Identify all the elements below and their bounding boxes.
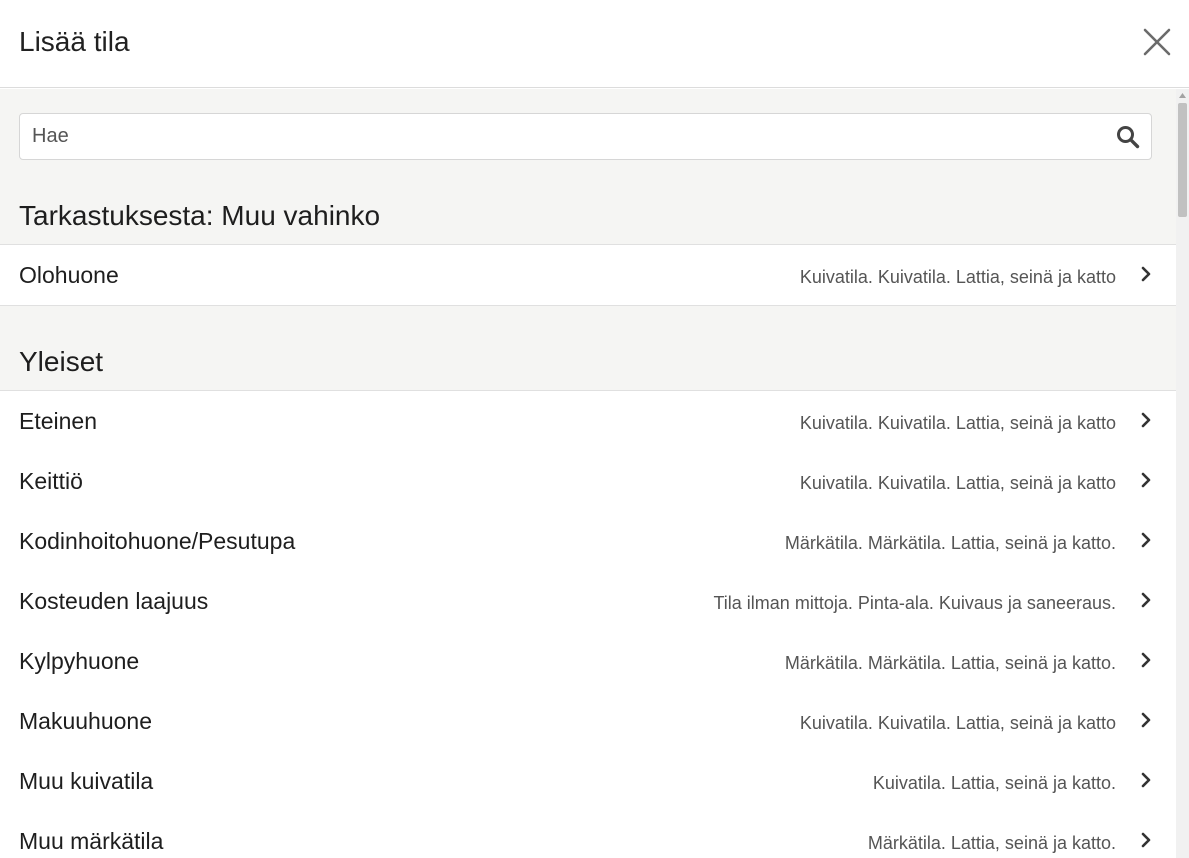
close-button[interactable]: [1140, 25, 1174, 59]
item-name: Eteinen: [19, 408, 98, 434]
search-input[interactable]: [20, 114, 1100, 159]
item-name: Kylpyhuone: [19, 648, 140, 674]
item-description: Tila ilman mittoja. Pinta-ala. Kuivaus j…: [713, 593, 1116, 613]
item-description: Kuivatila. Kuivatila. Lattia, seinä ja k…: [799, 713, 1116, 733]
list-item[interactable]: Muu kuivatila Kuivatila. Lattia, seinä j…: [0, 751, 1176, 811]
item-description: Kuivatila. Kuivatila. Lattia, seinä ja k…: [799, 473, 1116, 493]
dialog-title: Lisää tila: [19, 26, 130, 57]
chevron-right-icon: [1139, 651, 1153, 669]
item-name: Olohuone: [19, 262, 119, 288]
close-icon: [1143, 28, 1171, 56]
item-description: Kuivatila. Kuivatila. Lattia, seinä ja k…: [799, 413, 1116, 433]
chevron-right-icon: [1139, 831, 1153, 849]
section-title-general: Yleiset: [19, 346, 104, 377]
chevron-right-icon: [1139, 771, 1153, 789]
list-item[interactable]: Muu märkätila Märkätila. Lattia, seinä j…: [0, 811, 1176, 858]
item-description: Märkätila. Märkätila. Lattia, seinä ja k…: [784, 533, 1116, 553]
search-box: [19, 113, 1152, 160]
item-name: Muu kuivatila: [19, 768, 154, 794]
dialog-body: Tarkastuksesta: Muu vahinko Olohuone Kui…: [0, 89, 1176, 858]
list-item[interactable]: Makuuhuone Kuivatila. Kuivatila. Lattia,…: [0, 691, 1176, 751]
item-name: Muu märkätila: [19, 828, 164, 854]
scroll-up-arrow-icon[interactable]: [1176, 89, 1189, 103]
item-description: Märkätila. Lattia, seinä ja katto.: [867, 833, 1116, 853]
item-name: Kosteuden laajuus: [19, 588, 209, 614]
list-item[interactable]: Olohuone Kuivatila. Kuivatila. Lattia, s…: [0, 245, 1176, 305]
chevron-right-icon: [1139, 711, 1153, 729]
item-name: Makuuhuone: [19, 708, 152, 734]
item-name: Keittiö: [19, 468, 83, 494]
section-title-inspection: Tarkastuksesta: Muu vahinko: [19, 200, 381, 231]
list-item[interactable]: Kodinhoitohuone/Pesutupa Märkätila. Märk…: [0, 511, 1176, 571]
chevron-right-icon: [1139, 411, 1153, 429]
dialog-header: Lisää tila: [0, 0, 1189, 88]
list-inspection: Olohuone Kuivatila. Kuivatila. Lattia, s…: [0, 244, 1176, 306]
list-item[interactable]: Kylpyhuone Märkätila. Märkätila. Lattia,…: [0, 631, 1176, 691]
scrollbar-thumb[interactable]: [1178, 103, 1187, 217]
list-item[interactable]: Eteinen Kuivatila. Kuivatila. Lattia, se…: [0, 391, 1176, 451]
item-name: Kodinhoitohuone/Pesutupa: [19, 528, 296, 554]
chevron-right-icon: [1139, 265, 1153, 283]
add-room-dialog: Lisää tila Tarkastuksesta: Muu vahinko O…: [0, 0, 1189, 858]
list-item[interactable]: Keittiö Kuivatila. Kuivatila. Lattia, se…: [0, 451, 1176, 511]
chevron-right-icon: [1139, 591, 1153, 609]
chevron-right-icon: [1139, 471, 1153, 489]
chevron-right-icon: [1139, 531, 1153, 549]
item-description: Kuivatila. Kuivatila. Lattia, seinä ja k…: [799, 267, 1116, 287]
item-description: Märkätila. Märkätila. Lattia, seinä ja k…: [784, 653, 1116, 673]
item-description: Kuivatila. Lattia, seinä ja katto.: [872, 773, 1116, 793]
vertical-scrollbar[interactable]: [1176, 89, 1189, 858]
list-general: Eteinen Kuivatila. Kuivatila. Lattia, se…: [0, 390, 1176, 858]
list-item[interactable]: Kosteuden laajuus Tila ilman mittoja. Pi…: [0, 571, 1176, 631]
search-icon[interactable]: [1116, 125, 1140, 149]
